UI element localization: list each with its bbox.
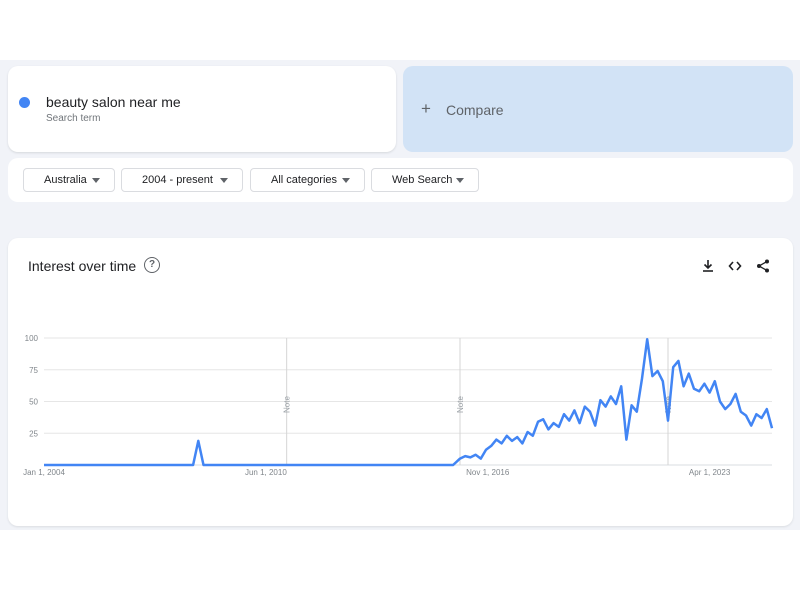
x-tick-label: Jan 1, 2004 (23, 468, 65, 477)
x-tick-label: Jun 1, 2010 (245, 468, 287, 477)
interest-chart: 100 75 50 25 Jan 1, 2004 Jun 1, 2010 Nov 1, 20… (23, 334, 774, 477)
x-tick-label: Nov 1, 2016 (466, 468, 510, 477)
note-marker-label: Note (456, 396, 465, 413)
y-tick-label: 50 (29, 398, 38, 407)
y-tick-label: 75 (29, 366, 38, 375)
x-tick-label: Apr 1, 2023 (689, 468, 731, 477)
note-marker-label: Note (283, 396, 292, 413)
series-line (44, 338, 774, 467)
y-tick-label: 25 (29, 429, 38, 438)
y-tick-label: 100 (25, 334, 39, 343)
